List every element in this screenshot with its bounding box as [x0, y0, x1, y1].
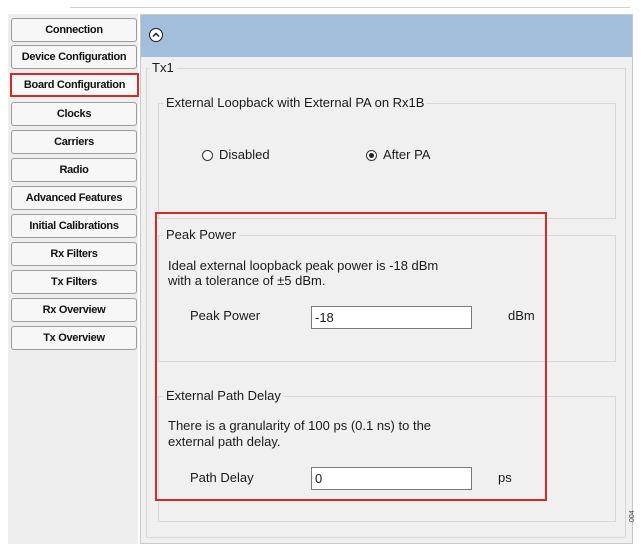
top-divider: [70, 7, 630, 8]
sidebar-item-rx-filters[interactable]: Rx Filters: [11, 242, 137, 266]
sidebar-item-carriers[interactable]: Carriers: [11, 130, 137, 154]
sidebar-item-board-configuration[interactable]: Board Configuration: [10, 73, 139, 97]
sidebar-item-radio[interactable]: Radio: [11, 158, 137, 182]
sidebar-item-connection[interactable]: Connection: [11, 18, 137, 42]
sidebar-item-initial-calibrations[interactable]: Initial Calibrations: [11, 214, 137, 238]
loopback-groupbox: External Loopback with External PA on Rx…: [158, 95, 616, 219]
sidebar-item-device-configuration[interactable]: Device Configuration: [11, 45, 137, 69]
sidebar-item-rx-overview[interactable]: Rx Overview: [11, 298, 137, 322]
sidebar-item-tx-filters[interactable]: Tx Filters: [11, 270, 137, 294]
radio-disabled-label[interactable]: Disabled: [219, 147, 270, 163]
radio-disabled[interactable]: [202, 150, 213, 161]
sidebar-item-advanced-features[interactable]: Advanced Features: [11, 186, 137, 210]
sidebar: Connection Device Configuration Board Co…: [8, 14, 139, 544]
highlight-peak-power-path-delay: [155, 212, 547, 501]
radio-after-pa[interactable]: [366, 150, 377, 161]
loopback-group-title: External Loopback with External PA on Rx…: [163, 95, 428, 111]
figure-code: 004: [629, 510, 636, 522]
chevron-up-icon: [152, 32, 160, 38]
sidebar-item-tx-overview[interactable]: Tx Overview: [11, 326, 137, 350]
tx1-group-title: Tx1: [149, 60, 177, 76]
sidebar-item-clocks[interactable]: Clocks: [11, 102, 137, 126]
radio-after-pa-label[interactable]: After PA: [383, 147, 430, 163]
collapse-button[interactable]: [149, 28, 163, 42]
panel-header-bar: [141, 15, 632, 57]
